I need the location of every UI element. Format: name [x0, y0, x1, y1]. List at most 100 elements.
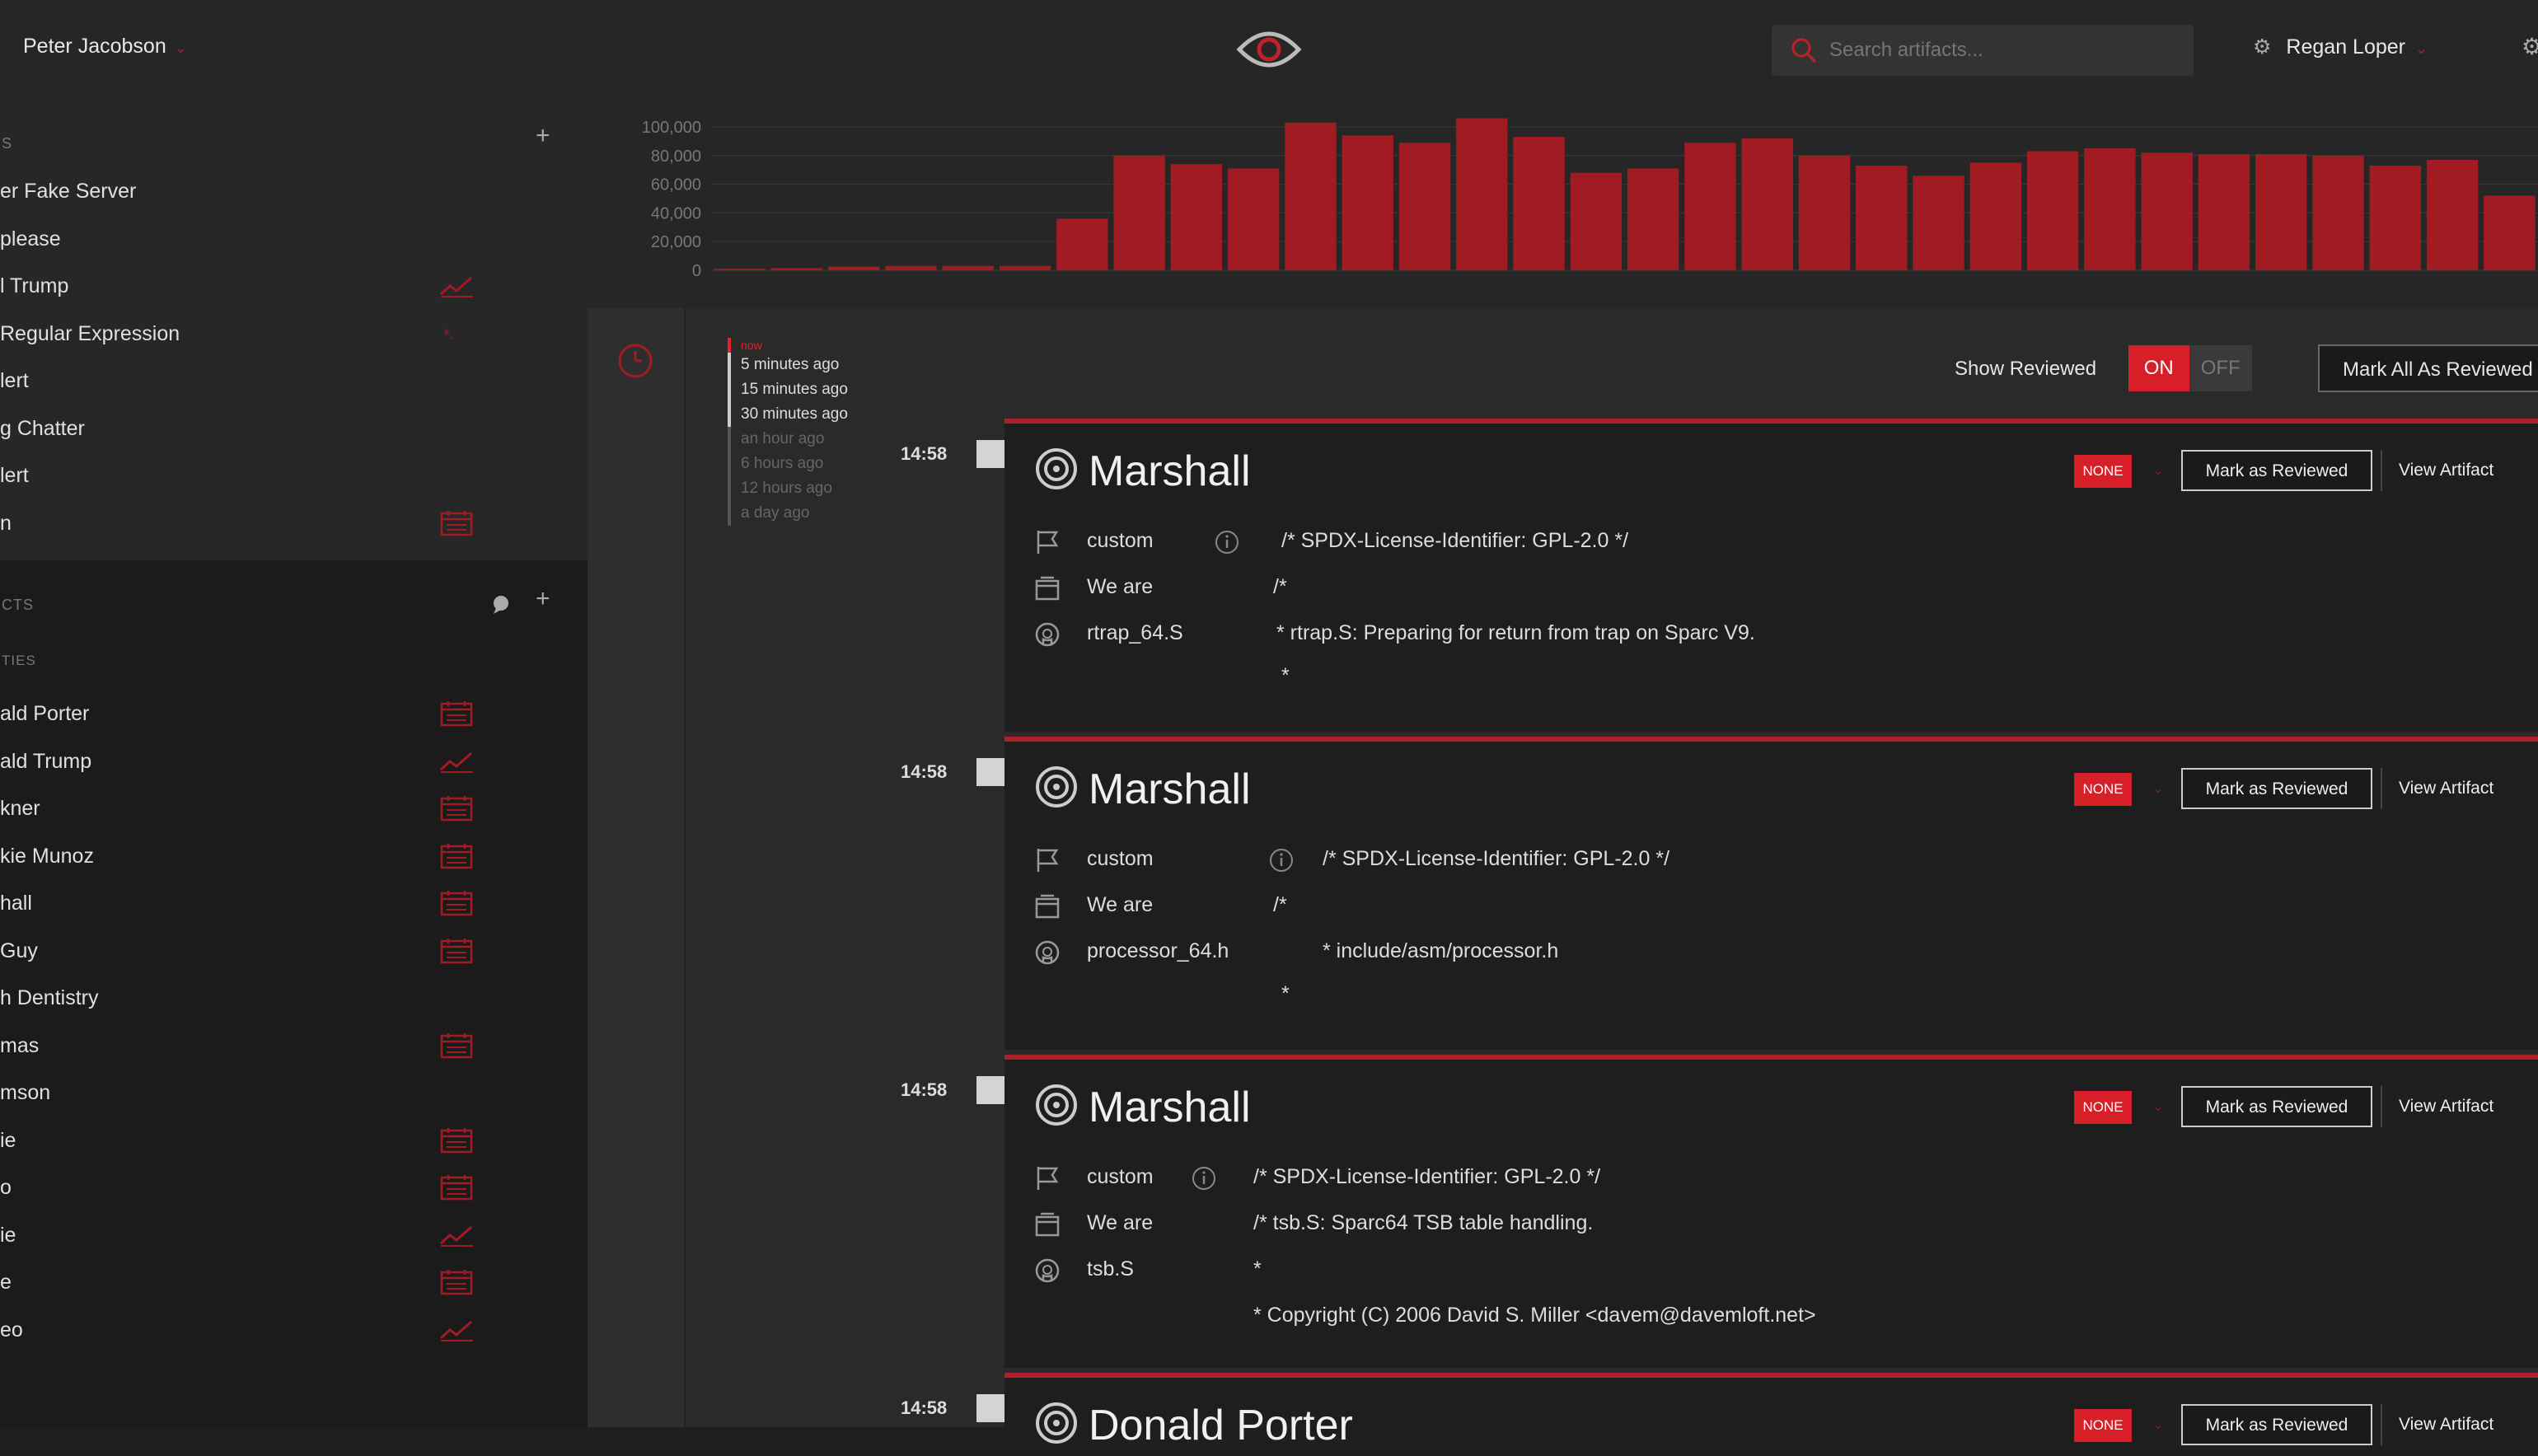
info-icon[interactable] [1191, 1165, 1217, 1191]
info-icon[interactable] [1214, 529, 1240, 555]
chart-bar [1969, 162, 2022, 270]
chat-icon[interactable] [491, 593, 513, 619]
severity-badge[interactable]: NONE [2074, 773, 2132, 806]
time-filter-option[interactable]: now [728, 338, 848, 353]
select-checkbox[interactable] [976, 758, 1004, 786]
time-filter-option[interactable]: an hour ago [728, 427, 848, 452]
mark-reviewed-button[interactable]: Mark as Reviewed [2181, 1086, 2372, 1127]
search-input[interactable] [1828, 33, 2177, 68]
sidebar-item[interactable]: ie [0, 1129, 16, 1153]
view-artifact-button[interactable]: View Artifact [2381, 450, 2538, 491]
sidebar-item[interactable]: mson [0, 1081, 50, 1105]
time-filter-option[interactable]: 12 hours ago [728, 476, 848, 501]
graph-icon[interactable] [438, 273, 475, 297]
select-checkbox[interactable] [976, 440, 1004, 468]
sidebar-item[interactable]: e [0, 1271, 12, 1294]
calendar-icon[interactable] [438, 1174, 475, 1201]
sidebar-item[interactable]: ald Trump [0, 750, 91, 774]
add-icon[interactable]: + [536, 585, 550, 613]
chevron-down-icon[interactable]: ⌄ [2140, 773, 2176, 806]
sidebar-item[interactable]: lert [0, 369, 29, 393]
sidebar-item[interactable]: o [0, 1176, 12, 1200]
user-menu-right[interactable]: ⚙ Regan Loper ⌄ [2253, 35, 2428, 59]
calendar-icon[interactable] [438, 795, 475, 822]
svg-text:*.: *. [443, 326, 454, 342]
sidebar-item[interactable]: hall [0, 892, 32, 915]
sidebar-item[interactable]: ald Porter [0, 702, 89, 726]
chevron-down-icon[interactable]: ⌄ [2140, 455, 2176, 488]
y-tick-label: 100,000 [642, 119, 701, 137]
row-value: * include/asm/processor.h [1323, 939, 1559, 962]
sidebar-item[interactable]: er Fake Server [0, 180, 136, 204]
mark-reviewed-button[interactable]: Mark as Reviewed [2181, 1404, 2372, 1445]
show-reviewed-toggle[interactable]: ON OFF [2128, 345, 2252, 391]
view-artifact-button[interactable]: View Artifact [2381, 1086, 2538, 1127]
sidebar-item[interactable]: ie [0, 1224, 16, 1248]
severity-badge[interactable]: NONE [2074, 1091, 2132, 1124]
sidebar-item[interactable]: Guy [0, 939, 38, 963]
artifact-row: We are /* [1034, 572, 2435, 605]
time-filter-option[interactable]: 5 minutes ago [728, 353, 848, 377]
calendar-icon[interactable] [438, 890, 475, 916]
subsection-heading: TIES [2, 653, 36, 668]
target-icon [1034, 1083, 1079, 1138]
user-menu-left[interactable]: Peter Jacobson ⌄ [23, 35, 187, 59]
sidebar-item[interactable]: h Dentistry [0, 986, 98, 1010]
card-title[interactable]: Marshall [1034, 1083, 1251, 1138]
regex-icon[interactable]: *. [438, 321, 475, 345]
sidebar-item[interactable]: n [0, 512, 12, 536]
toggle-on[interactable]: ON [2128, 345, 2189, 391]
calendar-icon[interactable] [438, 843, 475, 868]
section-heading: CTS [2, 597, 34, 613]
sidebar-item[interactable]: lert [0, 464, 29, 488]
sidebar-item[interactable]: mas [0, 1034, 39, 1058]
calendar-icon[interactable] [438, 510, 475, 536]
y-tick-label: 40,000 [651, 204, 701, 222]
calendar-icon[interactable] [438, 700, 475, 727]
chart-bar [1798, 155, 1851, 270]
time-filter-option[interactable]: 30 minutes ago [728, 402, 848, 427]
card-title[interactable]: Donald Porter [1034, 1401, 1353, 1456]
sidebar-item[interactable]: kner [0, 797, 40, 821]
graph-icon[interactable] [438, 1317, 475, 1341]
mark-reviewed-button[interactable]: Mark as Reviewed [2181, 768, 2372, 809]
view-artifact-button[interactable]: View Artifact [2381, 768, 2538, 809]
time-filter-option[interactable]: a day ago [728, 501, 848, 526]
severity-badge[interactable]: NONE [2074, 455, 2132, 488]
sidebar-item[interactable]: Regular Expression [0, 322, 180, 346]
sidebar-item[interactable]: kie Munoz [0, 845, 94, 868]
eye-logo-icon[interactable] [1236, 25, 1302, 78]
time-filter-option[interactable]: 15 minutes ago [728, 377, 848, 402]
calendar-icon[interactable] [438, 1127, 475, 1153]
chevron-down-icon[interactable]: ⌄ [2140, 1409, 2176, 1442]
y-tick-label: 0 [692, 262, 701, 280]
select-checkbox[interactable] [976, 1076, 1004, 1104]
chart-bar [1570, 172, 1623, 270]
card-title[interactable]: Marshall [1034, 765, 1251, 820]
time-filter-option[interactable]: 6 hours ago [728, 452, 848, 476]
settings-icon[interactable]: ⚙ [2522, 33, 2538, 60]
graph-icon[interactable] [438, 748, 475, 773]
info-icon[interactable] [1268, 847, 1295, 873]
calendar-icon[interactable] [438, 1032, 475, 1058]
calendar-icon[interactable] [438, 1269, 475, 1295]
severity-badge[interactable]: NONE [2074, 1409, 2132, 1442]
sidebar-item[interactable]: g Chatter [0, 417, 85, 441]
card-title[interactable]: Marshall [1034, 447, 1251, 502]
add-icon[interactable]: + [536, 122, 550, 150]
mark-reviewed-button[interactable]: Mark as Reviewed [2181, 450, 2372, 491]
select-checkbox[interactable] [976, 1394, 1004, 1422]
sidebar-item[interactable]: please [0, 227, 61, 251]
graph-icon[interactable] [438, 1222, 475, 1247]
y-tick-label: 80,000 [651, 147, 701, 166]
row-value: /* [1273, 575, 1287, 598]
chevron-down-icon[interactable]: ⌄ [2140, 1091, 2176, 1124]
clock-icon[interactable] [616, 341, 655, 385]
sidebar-item[interactable]: l Trump [0, 274, 68, 298]
calendar-icon[interactable] [438, 938, 475, 963]
mark-all-reviewed-button[interactable]: Mark All As Reviewed [2318, 344, 2538, 392]
search-box[interactable] [1772, 25, 2194, 76]
toggle-off[interactable]: OFF [2189, 345, 2252, 391]
sidebar-item[interactable]: eo [0, 1318, 23, 1342]
view-artifact-button[interactable]: View Artifact [2381, 1404, 2538, 1445]
